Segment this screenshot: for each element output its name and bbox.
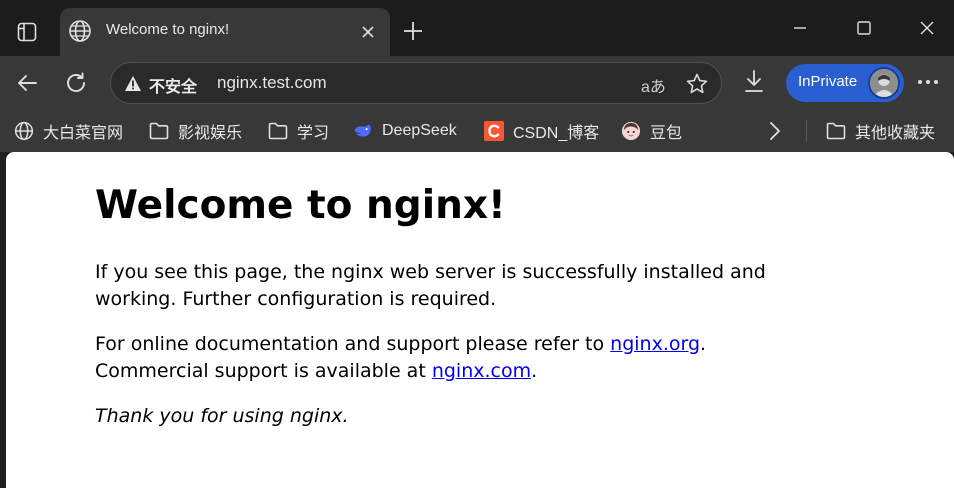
plus-icon	[404, 22, 422, 40]
refresh-button[interactable]	[59, 66, 93, 100]
other-favorites-folder[interactable]: 其他收藏夹	[826, 119, 935, 143]
download-icon[interactable]	[742, 68, 766, 94]
support-text-2: Commercial support is available at	[95, 360, 432, 382]
favorite-label: 影视娱乐	[178, 125, 243, 142]
globe-icon	[14, 121, 34, 141]
globe-icon	[69, 20, 91, 42]
more-options-icon[interactable]	[916, 70, 940, 94]
other-favorites-label: 其他收藏夹	[855, 125, 936, 142]
favorite-item[interactable]: 豆包	[621, 119, 682, 143]
favorite-item[interactable]: CSDN_博客	[484, 119, 599, 143]
favorites-bar: 大白菜官网 影视娱乐 学习 DeepSeek CSDN_博客 豆包 其他收藏夹	[0, 110, 954, 152]
page-title: Welcome to nginx!	[95, 183, 506, 228]
inprivate-label: InPrivate	[798, 73, 858, 90]
favorite-label: CSDN_博客	[513, 125, 600, 142]
title-bar: Welcome to nginx!	[0, 0, 954, 56]
support-text-1: For online documentation and support ple…	[95, 333, 611, 355]
favorite-label: 学习	[297, 125, 330, 142]
back-button[interactable]	[10, 66, 44, 100]
tab-title: Welcome to nginx!	[106, 21, 230, 38]
minimize-icon	[794, 27, 806, 29]
back-arrow-icon	[18, 75, 37, 91]
browser-window: Welcome to nginx! 不安全 nginx.test.com aあ …	[0, 0, 954, 488]
maximize-button[interactable]	[844, 12, 884, 44]
favorite-item[interactable]: 大白菜官网	[14, 119, 123, 143]
doubao-icon	[621, 121, 641, 141]
tab-active[interactable]: Welcome to nginx!	[60, 8, 390, 56]
favorite-label: 大白菜官网	[43, 125, 124, 142]
support-paragraph: For online documentation and support ple…	[95, 331, 795, 385]
favorite-folder[interactable]: 学习	[268, 119, 329, 143]
favorites-divider	[806, 120, 807, 142]
url-text[interactable]: nginx.test.com	[217, 73, 327, 93]
favorite-label: 豆包	[650, 125, 683, 142]
maximize-icon	[857, 21, 871, 35]
address-bar[interactable]: 不安全 nginx.test.com aあ	[110, 62, 722, 104]
support-text-period: .	[700, 333, 707, 355]
close-window-button[interactable]	[907, 12, 947, 44]
page-viewport: Welcome to nginx! If you see this page, …	[6, 152, 954, 488]
thanks-text: Thank you for using nginx.	[95, 405, 349, 427]
read-aloud-icon[interactable]: aあ	[641, 73, 666, 97]
nginx-org-link[interactable]: nginx.org	[610, 333, 700, 355]
page-body: Welcome to nginx! If you see this page, …	[95, 179, 795, 430]
user-avatar-icon	[870, 69, 898, 97]
tab-actions-icon	[17, 22, 37, 42]
csdn-icon	[484, 121, 504, 141]
close-icon	[920, 21, 934, 35]
deepseek-icon	[353, 121, 373, 141]
warning-icon[interactable]	[124, 75, 142, 92]
inprivate-profile-button[interactable]: InPrivate	[786, 64, 904, 102]
favorite-folder[interactable]: 影视娱乐	[149, 119, 242, 143]
folder-icon	[268, 121, 288, 141]
favorite-label: DeepSeek	[382, 122, 457, 139]
chevron-right-icon[interactable]	[765, 120, 785, 142]
folder-icon	[826, 121, 846, 141]
navigation-toolbar: 不安全 nginx.test.com aあ InPrivate	[0, 56, 954, 110]
favorite-star-icon[interactable]	[685, 72, 709, 96]
tab-close-button[interactable]	[356, 20, 380, 44]
nginx-com-link[interactable]: nginx.com	[432, 360, 531, 382]
refresh-icon	[67, 72, 85, 92]
new-tab-button[interactable]	[398, 16, 428, 46]
security-status-label[interactable]: 不安全	[149, 73, 197, 97]
favorite-item[interactable]: DeepSeek	[353, 119, 457, 143]
close-icon	[362, 26, 374, 38]
intro-paragraph: If you see this page, the nginx web serv…	[95, 261, 766, 310]
avatar	[868, 67, 900, 99]
minimize-button[interactable]	[780, 12, 820, 44]
support-text-3: .	[531, 360, 538, 382]
thanks-paragraph: Thank you for using nginx.	[95, 403, 795, 430]
folder-icon	[149, 121, 169, 141]
tab-actions-button[interactable]	[10, 15, 44, 49]
